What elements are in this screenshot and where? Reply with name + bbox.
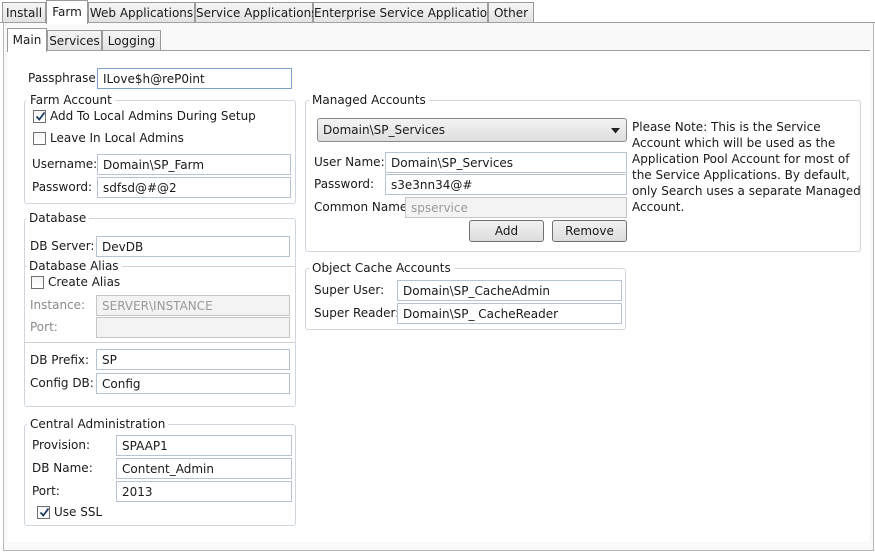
- subtab-services[interactable]: Services: [47, 30, 102, 51]
- super-reader-input[interactable]: Domain\SP_ CacheReader: [397, 303, 622, 324]
- managed-account-dropdown[interactable]: Domain\SP_Services: [317, 118, 627, 142]
- object-cache-legend: Object Cache Accounts: [309, 261, 454, 275]
- service-account-note: Please Note: This is the Service Account…: [632, 120, 861, 214]
- use-ssl-checkbox[interactable]: [37, 506, 50, 519]
- managed-user-name-label: User Name:: [314, 155, 385, 169]
- db-server-input[interactable]: DevDB: [96, 236, 290, 257]
- main-tab-strip: Install Farm Web Applications Service Ap…: [0, 0, 875, 24]
- instance-input[interactable]: SERVER\INSTANCE: [96, 295, 290, 316]
- managed-password-input[interactable]: s3e3nn34@#: [385, 174, 627, 195]
- ca-port-label: Port:: [32, 484, 60, 498]
- managed-user-name-input[interactable]: Domain\SP_Services: [385, 152, 627, 173]
- common-name-input[interactable]: spservice: [405, 197, 627, 218]
- super-user-input[interactable]: Domain\SP_CacheAdmin: [397, 280, 622, 301]
- passphrase-label: Passphrase:: [28, 71, 100, 85]
- add-local-admins-checkbox[interactable]: [33, 110, 46, 123]
- ca-port-input[interactable]: 2013: [116, 481, 292, 502]
- chevron-down-icon: [611, 128, 620, 134]
- database-alias-legend: Database Alias: [26, 259, 122, 273]
- remove-button[interactable]: Remove: [552, 220, 627, 242]
- common-name-label: Common Name:: [314, 200, 412, 214]
- subtab-logging[interactable]: Logging: [102, 30, 161, 51]
- tab-service-applications[interactable]: Service Applications: [195, 2, 317, 23]
- checkmark-icon: [35, 111, 46, 121]
- add-button[interactable]: Add: [469, 220, 544, 242]
- passphrase-input[interactable]: ILove$h@reP0int: [97, 68, 292, 89]
- managed-password-label: Password:: [314, 177, 375, 191]
- subtab-main[interactable]: Main: [7, 28, 47, 52]
- alias-port-label: Port:: [30, 320, 58, 334]
- provision-label: Provision:: [32, 438, 91, 452]
- ca-db-name-label: DB Name:: [32, 461, 93, 475]
- farm-username-input[interactable]: Domain\SP_Farm: [97, 154, 291, 175]
- use-ssl-label: Use SSL: [54, 505, 103, 519]
- central-admin-legend: Central Administration: [27, 417, 169, 431]
- leave-local-admins-label: Leave In Local Admins: [50, 131, 184, 145]
- tab-web-applications[interactable]: Web Applications: [88, 2, 195, 23]
- db-prefix-label: DB Prefix:: [30, 353, 90, 367]
- instance-label: Instance:: [30, 298, 86, 312]
- db-server-label: DB Server:: [30, 239, 95, 253]
- managed-account-selected: Domain\SP_Services: [323, 123, 446, 137]
- config-db-input[interactable]: Config: [96, 373, 290, 394]
- leave-local-admins-checkbox[interactable]: [33, 132, 46, 145]
- provision-input[interactable]: SPAAP1: [116, 435, 292, 456]
- ca-db-name-input[interactable]: Content_Admin: [116, 458, 292, 479]
- alias-bottom-divider: [25, 342, 295, 343]
- farm-username-label: Username:: [32, 157, 98, 171]
- farm-password-label: Password:: [32, 180, 93, 194]
- db-prefix-input[interactable]: SP: [96, 349, 290, 370]
- create-alias-checkbox[interactable]: [31, 276, 44, 289]
- database-legend: Database: [26, 211, 90, 225]
- farm-account-legend: Farm Account: [27, 93, 115, 107]
- config-db-label: Config DB:: [30, 376, 94, 390]
- managed-accounts-legend: Managed Accounts: [309, 93, 429, 107]
- tab-install[interactable]: Install: [2, 2, 46, 23]
- tab-farm[interactable]: Farm: [46, 0, 88, 24]
- alias-port-input[interactable]: [96, 317, 290, 338]
- tab-other[interactable]: Other: [488, 2, 534, 23]
- tab-enterprise-service-applications[interactable]: Enterprise Service Applications: [313, 2, 501, 23]
- create-alias-label: Create Alias: [48, 275, 121, 289]
- add-local-admins-label: Add To Local Admins During Setup: [50, 109, 256, 123]
- super-user-label: Super User:: [314, 283, 385, 297]
- checkmark-icon: [39, 507, 50, 517]
- super-reader-label: Super Reader:: [314, 306, 400, 320]
- farm-password-input[interactable]: sdfsd@#@2: [97, 177, 291, 198]
